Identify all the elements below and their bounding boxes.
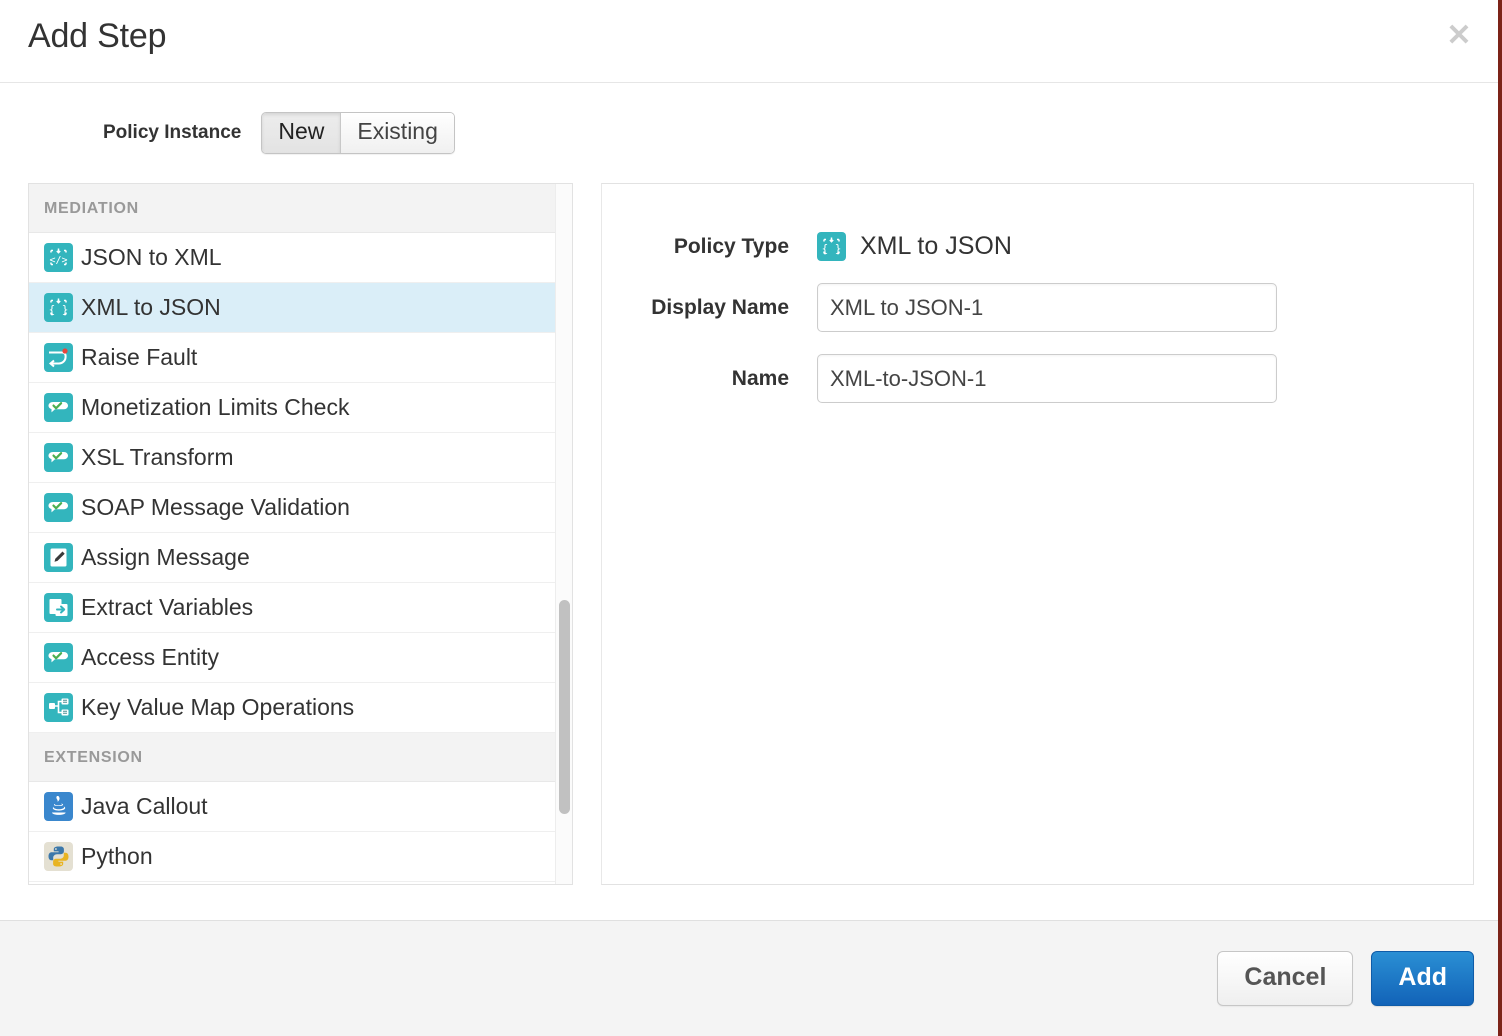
cloud-check-icon bbox=[44, 643, 73, 672]
page-title: Add Step bbox=[28, 17, 166, 56]
list-item-monetization-limits-check[interactable]: Monetization Limits Check bbox=[29, 383, 572, 433]
policy-type-text: XML to JSON bbox=[860, 232, 1012, 261]
list-item-label: Key Value Map Operations bbox=[81, 694, 354, 721]
svg-text:{ }: { } bbox=[822, 242, 842, 255]
xml-to-json-icon: { } bbox=[817, 232, 846, 261]
cloud-check-icon bbox=[44, 493, 73, 522]
xml-to-json-icon: { } bbox=[44, 293, 73, 322]
close-icon[interactable]: ✕ bbox=[1444, 22, 1474, 52]
scrollbar-thumb[interactable] bbox=[559, 600, 570, 814]
policy-instance-label: Policy Instance bbox=[103, 122, 241, 144]
group-header-extension: EXTENSION bbox=[29, 733, 572, 782]
dialog-body: MEDIATION </> JSON to XML { } XML to JSO… bbox=[0, 183, 1502, 920]
dialog-header: Add Step ✕ bbox=[0, 0, 1502, 83]
display-name-label: Display Name bbox=[602, 296, 817, 320]
java-icon bbox=[44, 792, 73, 821]
python-icon bbox=[44, 842, 73, 871]
list-item-python[interactable]: Python bbox=[29, 832, 572, 882]
display-name-input[interactable] bbox=[817, 283, 1277, 332]
list-item-label: Python bbox=[81, 843, 153, 870]
list-item-label: Raise Fault bbox=[81, 344, 197, 371]
policy-list-panel: MEDIATION </> JSON to XML { } XML to JSO… bbox=[28, 183, 573, 885]
list-item-label: Assign Message bbox=[81, 544, 250, 571]
list-item-label: Java Callout bbox=[81, 793, 208, 820]
policy-list-scrollbar[interactable] bbox=[555, 184, 572, 884]
list-item-soap-message-validation[interactable]: SOAP Message Validation bbox=[29, 483, 572, 533]
policy-type-row: Policy Type { } XML to JSON bbox=[602, 232, 1473, 261]
node-tree-icon bbox=[44, 693, 73, 722]
add-button[interactable]: Add bbox=[1371, 951, 1474, 1006]
svg-text:</>: </> bbox=[49, 255, 67, 266]
window-edge-strip bbox=[1498, 0, 1502, 1036]
policy-detail-panel: Policy Type { } XML to JSON Display Name… bbox=[601, 183, 1474, 885]
display-name-row: Display Name bbox=[602, 283, 1473, 332]
list-item-raise-fault[interactable]: Raise Fault bbox=[29, 333, 572, 383]
list-item-label: XML to JSON bbox=[81, 294, 221, 321]
cancel-button[interactable]: Cancel bbox=[1217, 951, 1353, 1006]
list-item-key-value-map-operations[interactable]: Key Value Map Operations bbox=[29, 683, 572, 733]
toggle-option-new[interactable]: New bbox=[262, 113, 340, 153]
list-item-label: Monetization Limits Check bbox=[81, 394, 349, 421]
list-item-assign-message[interactable]: Assign Message bbox=[29, 533, 572, 583]
list-item-java-callout[interactable]: Java Callout bbox=[29, 782, 572, 832]
name-row: Name bbox=[602, 354, 1473, 403]
list-item-label: Access Entity bbox=[81, 644, 219, 671]
group-header-mediation: MEDIATION bbox=[29, 184, 572, 233]
list-item-label: XSL Transform bbox=[81, 444, 234, 471]
document-arrow-icon bbox=[44, 593, 73, 622]
list-item-label: JSON to XML bbox=[81, 244, 222, 271]
list-item-json-to-xml[interactable]: </> JSON to XML bbox=[29, 233, 572, 283]
policy-type-value: { } XML to JSON bbox=[817, 232, 1012, 261]
add-step-dialog: Add Step ✕ Policy Instance New Existing … bbox=[0, 0, 1502, 1036]
list-item-label: Extract Variables bbox=[81, 594, 253, 621]
policy-instance-row: Policy Instance New Existing bbox=[0, 83, 1502, 183]
list-item-access-entity[interactable]: Access Entity bbox=[29, 633, 572, 683]
list-item-xsl-transform[interactable]: XSL Transform bbox=[29, 433, 572, 483]
policy-type-label: Policy Type bbox=[602, 235, 817, 259]
name-label: Name bbox=[602, 367, 817, 391]
document-pencil-icon bbox=[44, 543, 73, 572]
raise-fault-icon bbox=[44, 343, 73, 372]
dialog-footer: Cancel Add bbox=[0, 920, 1502, 1036]
policy-instance-toggle[interactable]: New Existing bbox=[261, 112, 455, 154]
svg-text:{ }: { } bbox=[49, 303, 69, 316]
list-item-label: SOAP Message Validation bbox=[81, 494, 350, 521]
list-item-extract-variables[interactable]: Extract Variables bbox=[29, 583, 572, 633]
cloud-check-icon bbox=[44, 443, 73, 472]
cloud-check-icon bbox=[44, 393, 73, 422]
list-item-xml-to-json[interactable]: { } XML to JSON bbox=[29, 283, 572, 333]
json-to-xml-icon: </> bbox=[44, 243, 73, 272]
name-input[interactable] bbox=[817, 354, 1277, 403]
toggle-option-existing[interactable]: Existing bbox=[340, 113, 454, 153]
